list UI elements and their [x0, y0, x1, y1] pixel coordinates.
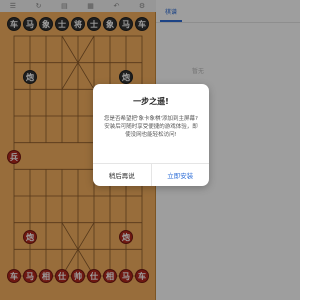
install-dialog: 一步之遥! 您是否希望把'象卡象棋'添加到主屏幕?安装后可随时享受便捷的游戏体验…	[93, 84, 209, 186]
dialog-actions: 稍后再说 立即安装	[93, 163, 209, 186]
dialog-message: 您是否希望把'象卡象棋'添加到主屏幕?安装后可随时享受便捷的游戏体验，即使没网也…	[104, 116, 198, 138]
install-button[interactable]: 立即安装	[152, 164, 210, 186]
app-screen: ☰ ↻ ▤ ▦ ↶ ⚙ 车 马 象 士 将 士 象 马 车 炮 炮 兵 炮 炮 …	[0, 0, 300, 300]
dialog-title: 一步之遥!	[133, 97, 169, 106]
later-button[interactable]: 稍后再说	[93, 164, 152, 186]
